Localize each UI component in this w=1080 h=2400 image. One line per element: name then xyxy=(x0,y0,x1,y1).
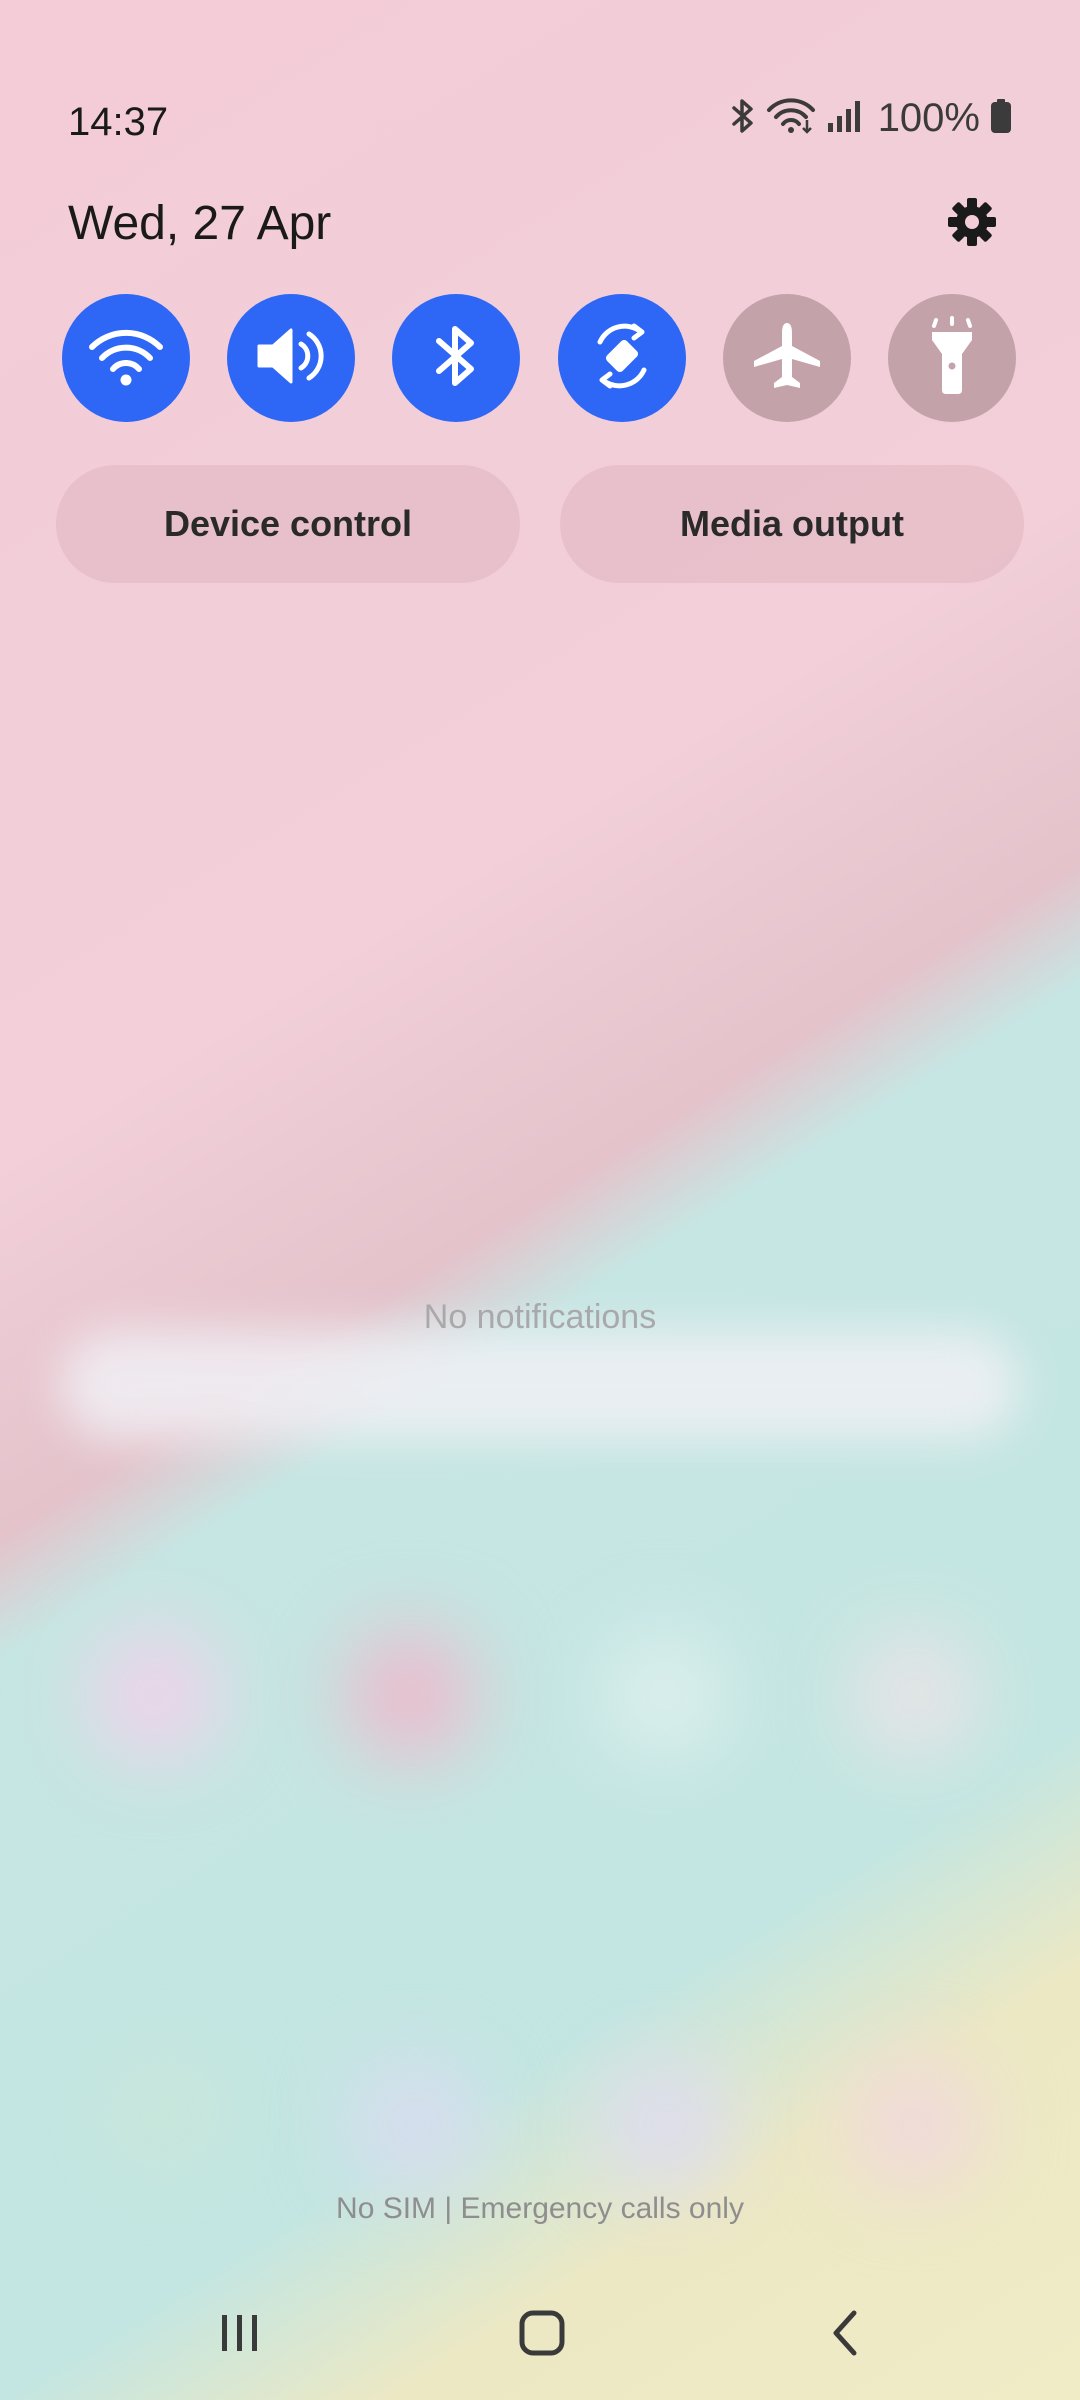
navigation-bar xyxy=(0,2290,1080,2380)
wifi-icon xyxy=(766,98,816,139)
auto-rotate-toggle[interactable] xyxy=(557,294,686,422)
wifi-toggle[interactable] xyxy=(62,294,190,422)
no-notifications-text: No notifications xyxy=(423,1298,657,1336)
quick-toggles xyxy=(62,294,1016,422)
flashlight-icon xyxy=(920,315,984,401)
wifi-icon xyxy=(86,325,166,392)
blurred-dock-icon xyxy=(110,2060,220,2170)
blurred-dock-icon xyxy=(350,2060,480,2190)
status-icons: 100% xyxy=(730,96,1012,141)
blurred-app-icon xyxy=(345,1630,475,1760)
status-bar: 14:37 100% xyxy=(0,0,1080,160)
bluetooth-icon xyxy=(730,98,756,139)
device-control-button[interactable]: Device control xyxy=(56,465,520,583)
settings-button[interactable] xyxy=(944,196,1000,252)
date-label: Wed, 27 Apr xyxy=(68,197,332,250)
media-output-button[interactable]: Media output xyxy=(560,465,1024,583)
airplane-mode-toggle[interactable] xyxy=(722,294,851,422)
blurred-app-icon xyxy=(850,1630,980,1760)
home-icon xyxy=(517,2308,567,2363)
gear-icon xyxy=(946,196,998,253)
blurred-widget xyxy=(60,1330,1020,1440)
bluetooth-icon xyxy=(431,321,481,396)
flashlight-toggle[interactable] xyxy=(887,294,1016,422)
back-button[interactable] xyxy=(806,2300,886,2370)
clock: 14:37 xyxy=(68,100,169,144)
blurred-dock-icon xyxy=(850,2060,980,2190)
sound-toggle[interactable] xyxy=(227,294,356,422)
airplane-icon xyxy=(750,319,824,398)
back-icon xyxy=(826,2308,866,2363)
home-button[interactable] xyxy=(502,2300,582,2370)
signal-icon xyxy=(826,99,860,138)
battery-icon xyxy=(990,98,1012,139)
blurred-dock-icon xyxy=(600,2060,730,2190)
recents-icon xyxy=(218,2311,262,2360)
rotate-icon xyxy=(584,318,660,399)
sound-icon xyxy=(253,324,329,393)
bluetooth-toggle[interactable] xyxy=(392,294,521,422)
blurred-app-icon xyxy=(90,1630,220,1760)
notification-shade: 14:37 100% Wed, 27 Apr Device control Me… xyxy=(0,0,1080,2400)
battery-percent: 100% xyxy=(877,96,980,140)
blurred-app-icon xyxy=(600,1630,730,1760)
recents-button[interactable] xyxy=(200,2300,280,2370)
carrier-status: No SIM | Emergency calls only xyxy=(336,2192,744,2225)
action-buttons: Device control Media output xyxy=(56,465,1024,583)
